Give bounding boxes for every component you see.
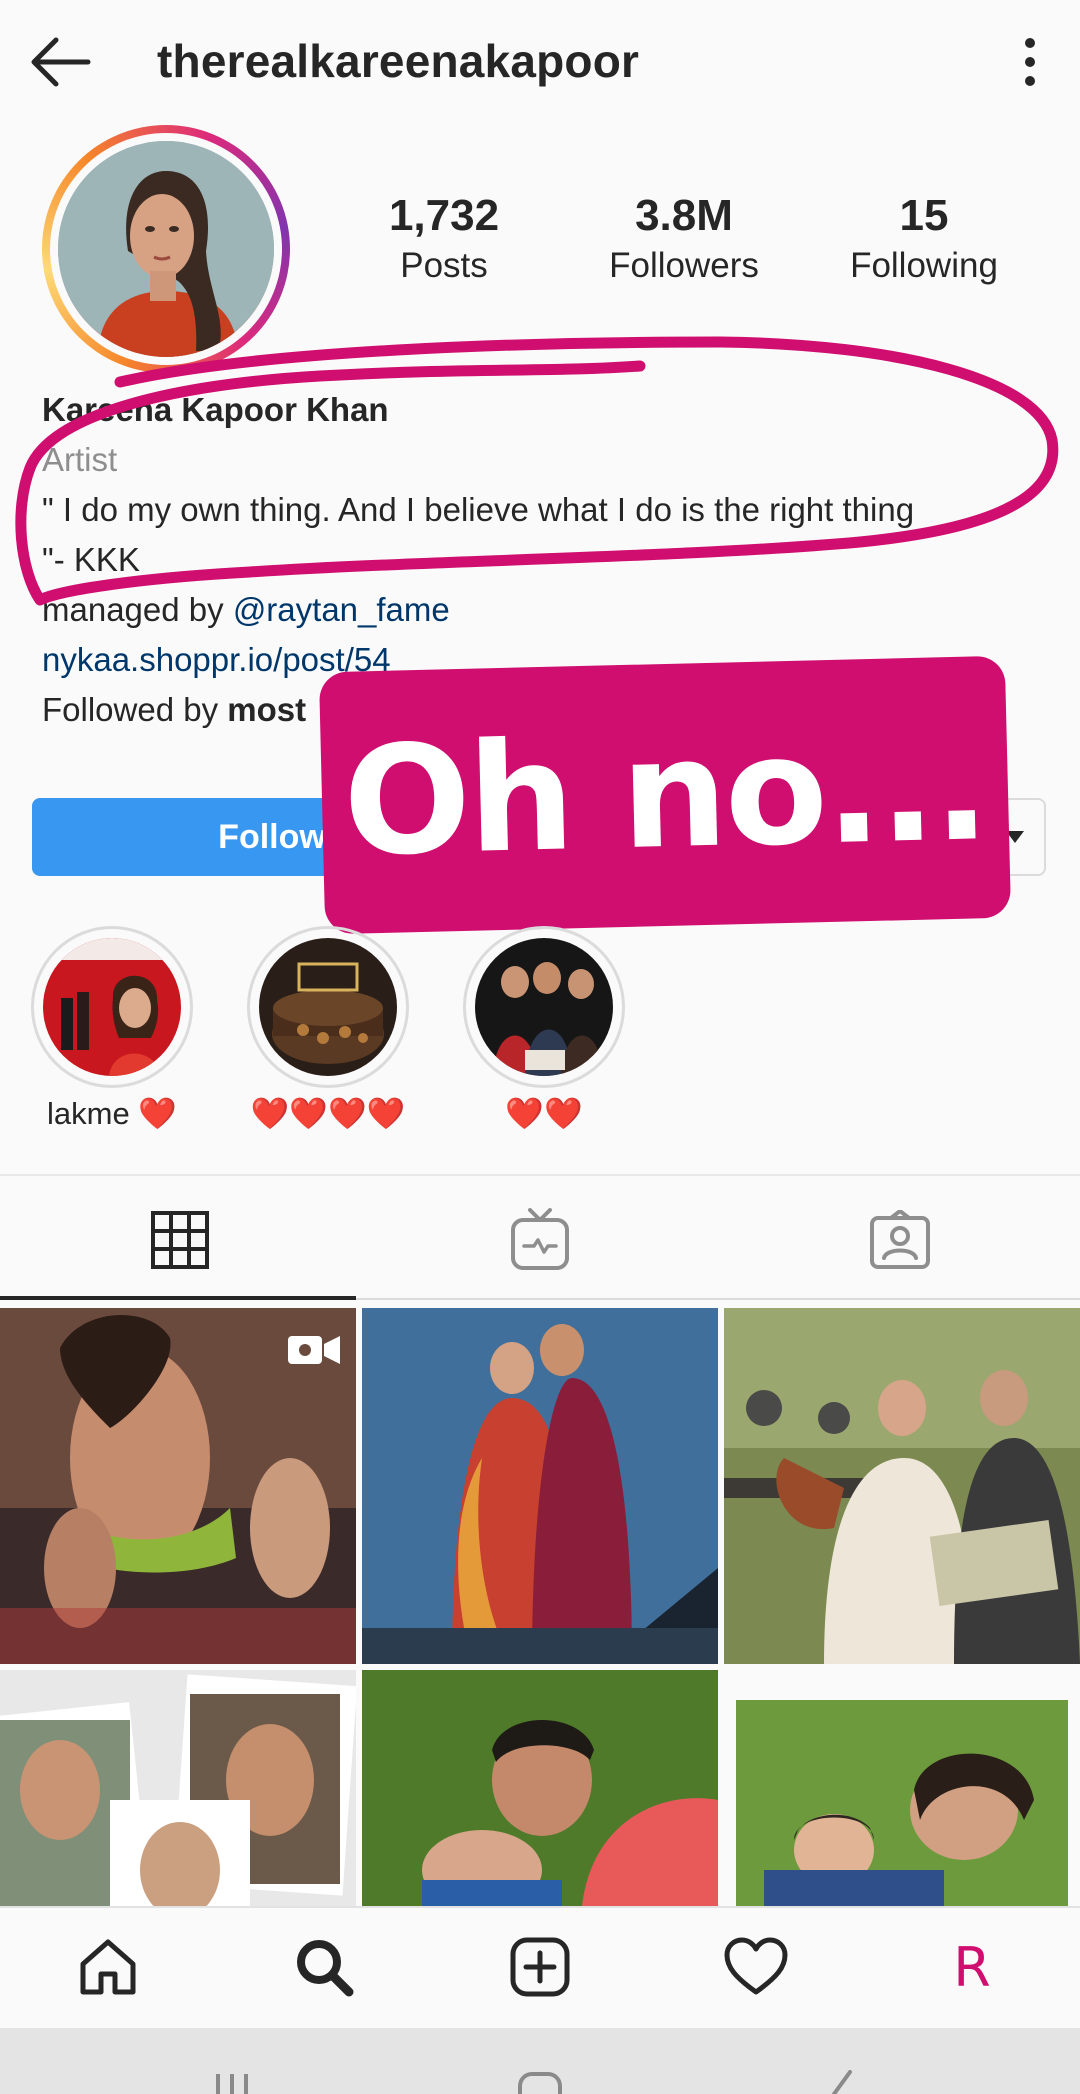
tab-tagged[interactable] <box>720 1180 1080 1300</box>
posts-label: Posts <box>400 246 488 285</box>
tagged-icon <box>870 1210 930 1269</box>
highlight-title: lakme <box>47 1096 130 1131</box>
tabs-top-divider <box>0 1174 1080 1176</box>
search-icon <box>297 1940 354 1997</box>
sticker-text: Oh no... <box>341 700 989 890</box>
post-tile-couple[interactable] <box>362 1308 718 1664</box>
highlight-cover-lakme <box>43 938 181 1076</box>
following-stat[interactable]: 15 Following <box>814 190 1034 290</box>
post-thumbnail <box>724 1308 1080 1664</box>
recents-icon[interactable] <box>212 2072 252 2094</box>
home-icon <box>80 1939 136 1995</box>
highlight-label-family: ❤️❤️ <box>444 1095 644 1132</box>
post-tile-selfies[interactable] <box>0 1670 356 1906</box>
nav-profile[interactable]: R <box>864 1906 1080 2028</box>
back-button[interactable] <box>22 30 98 94</box>
post-thumbnail <box>362 1308 718 1664</box>
highlight-hearts: ❤️❤️ <box>505 1096 583 1131</box>
highlight-hearts: ❤️ <box>138 1096 177 1131</box>
highlight-lakme[interactable] <box>31 926 193 1088</box>
followers-stat[interactable]: 3.8M Followers <box>574 190 794 290</box>
post-tile-father-son[interactable] <box>362 1670 718 1906</box>
following-count: 15 <box>899 191 949 240</box>
highlight-cake[interactable] <box>247 926 409 1088</box>
post-tile-park[interactable] <box>724 1308 1080 1664</box>
more-options-button[interactable] <box>1010 34 1050 90</box>
back-arrow-icon <box>31 37 91 87</box>
oh-no-sticker: Oh no... <box>318 655 1012 935</box>
posts-count: 1,732 <box>388 191 500 240</box>
active-tab-indicator <box>0 1296 356 1300</box>
highlight-label-cake: ❤️❤️❤️❤️ <box>228 1095 428 1132</box>
highlight-cover-image <box>475 938 613 1076</box>
profile-initial-icon: R <box>953 1935 991 1999</box>
nav-activity[interactable] <box>648 1906 864 2028</box>
nav-new-post[interactable] <box>432 1906 648 2028</box>
highlight-cover-cake <box>259 938 397 1076</box>
posts-stat[interactable]: 1,732 Posts <box>334 190 554 290</box>
post-tile-mother-son[interactable] <box>724 1670 1080 1906</box>
profile-username: therealkareenakapoor <box>157 35 640 87</box>
highlight-family[interactable] <box>463 926 625 1088</box>
tab-igtv[interactable] <box>360 1180 720 1300</box>
post-thumbnail <box>0 1670 356 1906</box>
nav-home[interactable] <box>0 1906 216 2028</box>
highlight-cover-image <box>43 938 181 1076</box>
tab-grid[interactable] <box>0 1180 360 1300</box>
tabs-bottom-divider <box>356 1298 1080 1300</box>
highlight-cover-family <box>475 938 613 1076</box>
following-label: Following <box>850 246 998 285</box>
system-back-icon[interactable] <box>826 2070 856 2094</box>
followers-count: 3.8M <box>635 191 733 240</box>
followed-names: most <box>227 691 307 728</box>
highlight-hearts: ❤️❤️❤️❤️ <box>250 1096 406 1131</box>
grid-icon <box>151 1211 209 1269</box>
highlight-label-lakme: lakme ❤️ <box>12 1095 212 1132</box>
annotation-circle <box>15 336 1059 606</box>
nav-search[interactable] <box>216 1906 432 2028</box>
home-pill-icon[interactable] <box>516 2070 564 2094</box>
followed-prefix: Followed by <box>42 691 228 728</box>
igtv-icon <box>511 1208 569 1270</box>
followers-label: Followers <box>609 246 759 285</box>
post-thumbnail <box>724 1670 1080 1906</box>
video-camera-icon <box>288 1336 340 1364</box>
system-navigation-bar <box>0 2028 1080 2094</box>
post-tile-dance[interactable] <box>0 1308 356 1664</box>
add-post-icon <box>510 1937 570 1997</box>
highlight-cover-image <box>259 938 397 1076</box>
more-vertical-icon <box>1025 38 1035 86</box>
heart-icon <box>724 1937 788 1995</box>
followed-by[interactable]: Followed by most <box>42 685 306 735</box>
post-thumbnail <box>362 1670 718 1906</box>
